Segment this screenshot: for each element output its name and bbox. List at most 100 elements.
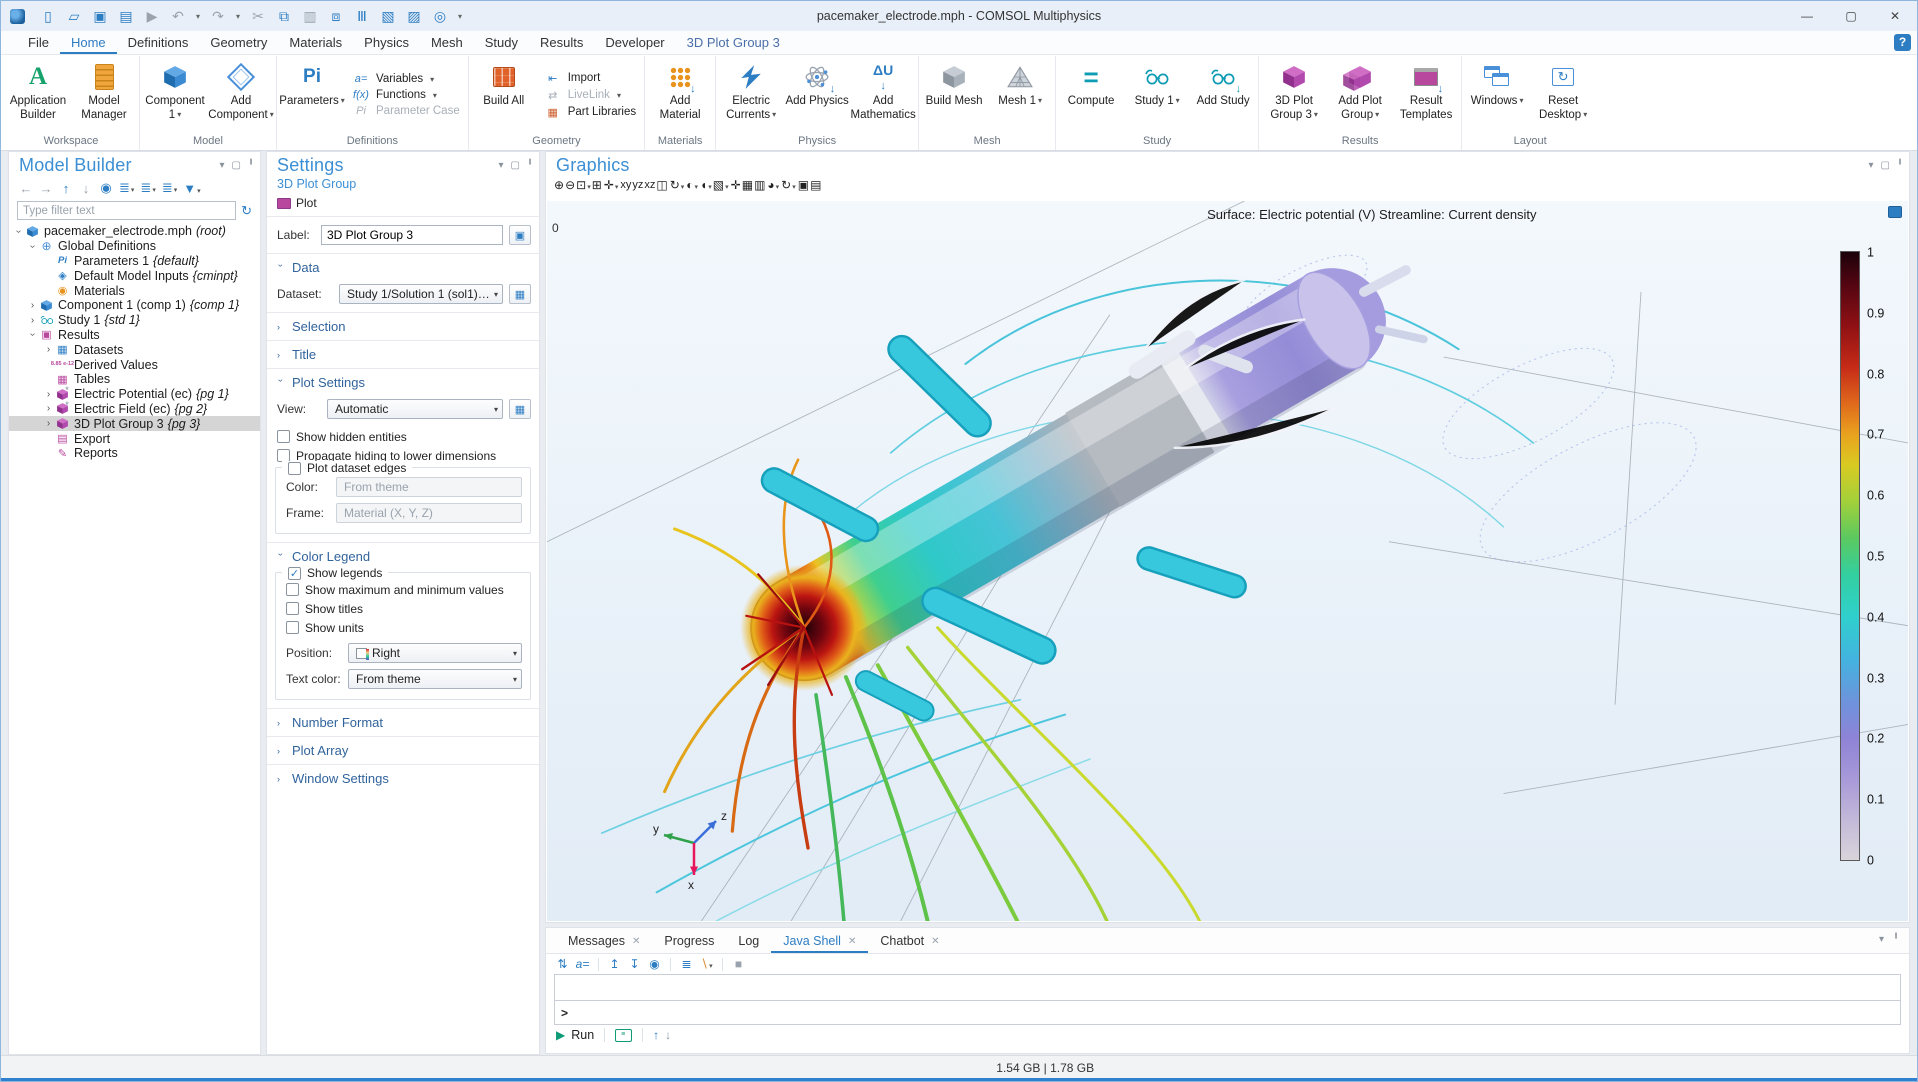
functions-button[interactable]: f(x) Functions ▾: [351, 89, 460, 101]
maximize-button[interactable]: ▢: [1829, 1, 1873, 31]
tab-geometry[interactable]: Geometry: [199, 31, 278, 54]
print-icon[interactable]: ▤: [810, 178, 821, 192]
tree-item-materials[interactable]: › ◉ Materials: [9, 283, 260, 298]
add-study-button[interactable]: ↓ Add Study: [1190, 56, 1256, 134]
view-combo[interactable]: Automatic▾: [327, 399, 503, 419]
show-color-legend-icon[interactable]: ▥: [754, 178, 765, 192]
reset-desktop-button[interactable]: ↻ Reset Desktop▾: [1530, 56, 1596, 134]
expander-icon[interactable]: ›: [27, 328, 38, 341]
redo-chevron-icon[interactable]: ▾: [231, 12, 245, 21]
collapse-all-icon[interactable]: ≣▾: [138, 179, 157, 197]
previous-command-icon[interactable]: ↥: [606, 957, 623, 971]
go-to-view-icon[interactable]: ✛▾: [604, 178, 619, 192]
expander-icon[interactable]: ›: [13, 225, 24, 238]
tree-item-export[interactable]: › ▤ Export: [9, 431, 260, 446]
close-tab-icon[interactable]: ✕: [632, 936, 640, 947]
plot-dataset-edges-checkbox[interactable]: [288, 462, 301, 475]
show-units-checkbox[interactable]: [286, 621, 299, 634]
scene-light-icon[interactable]: ◐▾: [686, 178, 698, 192]
section-plot-settings-header[interactable]: › Plot Settings: [267, 369, 539, 396]
build-mesh-button[interactable]: Build Mesh: [921, 56, 987, 134]
show-icon[interactable]: ◉: [97, 179, 115, 197]
tab-mesh[interactable]: Mesh: [420, 31, 474, 54]
mesh-1-button[interactable]: Mesh 1▾: [987, 56, 1053, 134]
next-command-icon[interactable]: ↧: [626, 957, 643, 971]
add-component-button[interactable]: Add Component▾: [208, 56, 274, 134]
section-title-header[interactable]: › Title: [267, 341, 539, 368]
plot-dock-icon[interactable]: [1888, 206, 1902, 218]
show-maxmin-checkbox[interactable]: [286, 583, 299, 596]
compute-button[interactable]: = Compute: [1058, 56, 1124, 134]
view-xz-icon[interactable]: xz: [644, 179, 655, 191]
tree-item-electric-field[interactable]: › * Electric Field (ec){pg 2}: [9, 402, 260, 417]
component-1-button[interactable]: Component 1▾: [142, 56, 208, 134]
expander-icon[interactable]: ›: [27, 240, 38, 253]
import-button[interactable]: ⇤ Import: [543, 72, 636, 85]
tab-3d-plot-group-3[interactable]: 3D Plot Group 3: [676, 31, 791, 54]
parameters-button[interactable]: Pi Parameters▾: [279, 56, 345, 134]
refresh-filter-icon[interactable]: ↻: [241, 203, 252, 219]
tab-messages[interactable]: Messages✕: [556, 930, 652, 953]
undo-icon[interactable]: ↶: [165, 8, 191, 25]
section-number-format-header[interactable]: › Number Format: [267, 709, 539, 736]
shell-variables-icon[interactable]: a=: [574, 957, 591, 971]
node-columns-icon[interactable]: ≣▾: [160, 179, 179, 197]
close-button[interactable]: ✕: [1873, 1, 1917, 31]
duplicate-icon[interactable]: ⧈: [323, 8, 349, 25]
expander-icon[interactable]: ›: [42, 389, 55, 400]
expander-icon[interactable]: ›: [42, 344, 55, 355]
sound-icon[interactable]: ◖▾: [700, 178, 712, 192]
redo-icon[interactable]: ↷: [205, 8, 231, 25]
model-tree-filter-icon[interactable]: ▼▾: [181, 180, 202, 197]
show-titles-checkbox[interactable]: [286, 602, 299, 615]
panel-float-icon[interactable]: ▢: [511, 160, 520, 171]
tree-item-results[interactable]: › ▣ Results: [9, 328, 260, 343]
view-yz-icon[interactable]: yz: [632, 179, 643, 191]
add-plot-group-button[interactable]: Add Plot Group▾: [1327, 56, 1393, 134]
transparency-cube-icon[interactable]: ▧▾: [713, 178, 729, 192]
show-maxmin-row[interactable]: Show maximum and minimum values: [276, 580, 530, 599]
copy-icon[interactable]: ⧉: [271, 8, 297, 25]
history-icon[interactable]: ⇅: [554, 957, 571, 971]
move-down-icon[interactable]: ↓: [77, 180, 95, 197]
update-plot-icon[interactable]: ↻▾: [781, 178, 796, 192]
tree-item-electric-potential[interactable]: › * Electric Potential (ec){pg 1}: [9, 387, 260, 402]
tab-file[interactable]: File: [17, 31, 60, 54]
view-xy-icon[interactable]: xy: [620, 179, 631, 191]
preview-icon[interactable]: ◎: [427, 8, 453, 25]
move-up-icon[interactable]: ↑: [57, 180, 75, 197]
text-color-combo[interactable]: From theme▾: [348, 669, 522, 689]
tab-home[interactable]: Home: [60, 31, 117, 54]
save-icon[interactable]: ▣: [87, 8, 113, 25]
tree-item-3d-plot-group-3[interactable]: › 3D Plot Group 3{pg 3}: [9, 416, 260, 431]
scroll-down-icon[interactable]: ↓: [665, 1028, 671, 1042]
zoom-out-icon[interactable]: ⊖: [565, 178, 575, 192]
application-builder-button[interactable]: A Application Builder: [5, 56, 71, 134]
part-libraries-button[interactable]: ▦ Part Libraries: [543, 106, 636, 119]
movie-icon[interactable]: ◫: [656, 178, 667, 192]
add-material-button[interactable]: ↓ Add Material: [647, 56, 713, 134]
panel-pin-icon[interactable]: ╹: [248, 160, 254, 171]
show-axis-icon[interactable]: ✛: [731, 178, 741, 192]
tree-item-study-1[interactable]: › Study 1{std 1}: [9, 313, 260, 328]
panel-menu-icon[interactable]: ▾: [498, 160, 503, 171]
tree-item-datasets[interactable]: › ▦ Datasets: [9, 342, 260, 357]
undo-chevron-icon[interactable]: ▾: [191, 12, 205, 21]
close-tab-icon[interactable]: ✕: [848, 936, 856, 947]
delete-icon[interactable]: Ⅲ: [349, 8, 375, 25]
expand-all-icon[interactable]: ≣▾: [117, 179, 136, 197]
add-mathematics-button[interactable]: ΔU↓ Add Mathematics: [850, 56, 916, 134]
result-templates-button[interactable]: ↓ Result Templates: [1393, 56, 1459, 134]
run-button[interactable]: Run: [571, 1028, 594, 1042]
minimize-button[interactable]: —: [1785, 1, 1829, 31]
tab-definitions[interactable]: Definitions: [117, 31, 200, 54]
save-as-icon[interactable]: ▤: [113, 8, 139, 25]
tab-java-shell[interactable]: Java Shell✕: [771, 930, 868, 953]
expander-icon[interactable]: ›: [42, 418, 55, 429]
panel-pin-icon[interactable]: ╹: [1897, 160, 1903, 171]
panel-pin-icon[interactable]: ╹: [1893, 934, 1899, 945]
forward-icon[interactable]: →: [37, 180, 55, 197]
panel-pin-icon[interactable]: ╹: [527, 160, 533, 171]
cut-icon[interactable]: ✂: [245, 8, 271, 25]
close-tab-icon[interactable]: ✕: [931, 936, 939, 947]
